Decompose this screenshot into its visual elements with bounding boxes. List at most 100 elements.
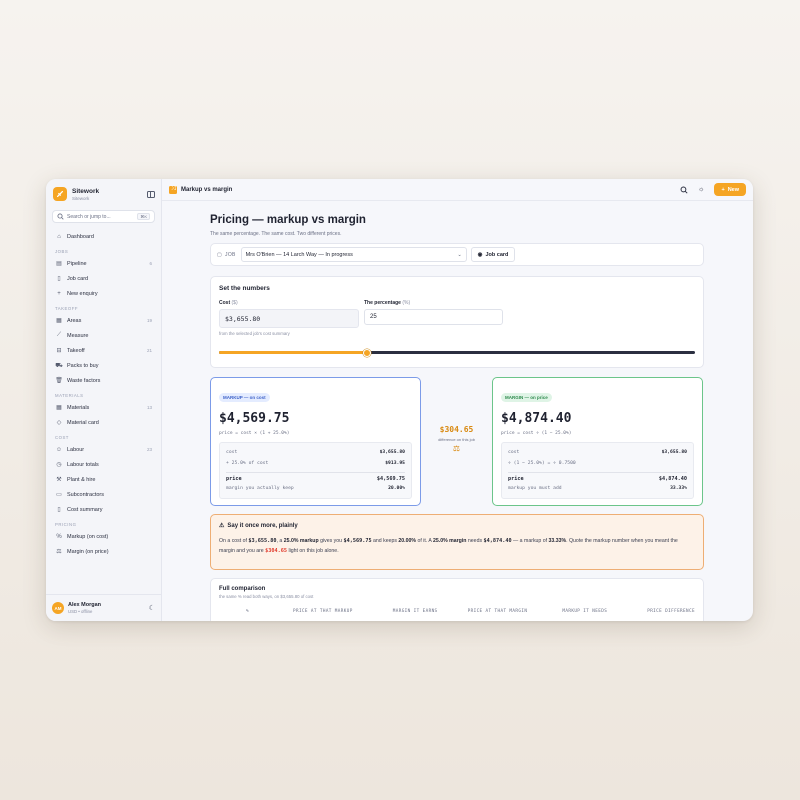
margin-formula: price = cost ÷ (1 − 25.0%) xyxy=(501,431,572,436)
markup-pill: MARKUP — on cost xyxy=(219,393,270,402)
breakdown-total-row: price $4,569.75 xyxy=(226,472,405,483)
calendar-icon: ▢ xyxy=(217,251,223,258)
sidebar-item-dashboard[interactable]: ⌂ Dashboard xyxy=(46,229,161,244)
sidebar-item-label: Labour xyxy=(67,446,85,453)
markup-price: $4,569.75 xyxy=(219,411,290,426)
plus-icon: + xyxy=(57,290,61,297)
sidebar-item-label: Dashboard xyxy=(67,233,94,240)
percentage-label-text: The percentage xyxy=(364,300,401,306)
job-card-button[interactable]: ◉ Job card xyxy=(470,247,516,262)
briefcase-icon: ▭ xyxy=(56,492,62,498)
sidebar-item-packs-to-buy[interactable]: ⛟ Packs to buy xyxy=(46,358,161,373)
sidebar-item-label: Cost summary xyxy=(67,506,103,513)
job-selected-value: Mrs O'Brien — 14 Larch Way — In progress xyxy=(245,251,353,258)
plain-fragment: of it. A xyxy=(416,538,434,544)
search-icon[interactable] xyxy=(680,186,688,194)
cart-icon: ⊟ xyxy=(56,348,62,354)
sidebar-item-label: Measure xyxy=(67,332,89,339)
cost-field[interactable]: $3,655.80 xyxy=(219,309,359,328)
plain-cost: $3,655.80 xyxy=(248,538,277,544)
sidebar-item-cost-summary[interactable]: ▯ Cost summary xyxy=(46,502,161,517)
sidebar-item-measure[interactable]: ⟋ Measure xyxy=(46,328,161,343)
difference-value: $304.65 xyxy=(439,425,474,434)
app-name: Sitework xyxy=(72,187,100,195)
column-header: MARGIN IT EARNS xyxy=(392,609,438,614)
full-comparison-card: Full comparison the same % read both way… xyxy=(210,578,704,621)
plain-fragment: , a xyxy=(276,538,284,544)
compare-row: MARKUP — on cost $4,569.75 price = cost … xyxy=(210,377,704,506)
comparison-subtitle: the same % read both ways, on $3,655.80 … xyxy=(219,594,314,599)
plain-markup-pct: 25.0% markup xyxy=(283,538,319,544)
sidebar-item-areas[interactable]: ▦ Areas 19 xyxy=(46,313,161,328)
breakdown-row: ÷ (1 − 25.0%) = ÷ 0.7500 xyxy=(508,458,687,469)
sidebar-item-label: Takeoff xyxy=(67,347,85,354)
moon-icon[interactable]: ☾ xyxy=(149,604,155,612)
page-subtitle: The same percentage. The same cost. Two … xyxy=(210,231,342,237)
sidebar-item-label: Materials xyxy=(67,404,90,411)
plain-margin-price: $4,874.40 xyxy=(483,538,512,544)
comparison-header-row: % PRICE AT THAT MARKUP MARGIN IT EARNS P… xyxy=(219,609,695,614)
search-input[interactable]: Search or jump to... ⌘K xyxy=(52,210,155,223)
percentage-slider[interactable] xyxy=(219,348,695,357)
row-label: cost xyxy=(508,450,520,455)
margin-breakdown: cost $3,655.80 ÷ (1 − 25.0%) = ÷ 0.7500 p… xyxy=(501,442,694,499)
plain-markup-price: $4,569.75 xyxy=(343,538,372,544)
set-numbers-title: Set the numbers xyxy=(219,285,270,292)
plain-margin-pct: 25.0% margin xyxy=(433,538,467,544)
sidebar-item-label: Packs to buy xyxy=(67,362,99,369)
breakdown-row: + 25.0% of cost $913.95 xyxy=(226,458,405,469)
slider-thumb[interactable] xyxy=(362,348,371,357)
scale-icon: ⚖ xyxy=(56,549,62,555)
sidebar-collapse-icon[interactable] xyxy=(147,190,155,198)
row-label: cost xyxy=(226,450,238,455)
grid-icon: ▦ xyxy=(56,405,62,411)
margin-pill: MARGIN — on price xyxy=(501,393,552,402)
sidebar-item-waste-factors[interactable]: 🗑 Waste factors xyxy=(46,373,161,388)
breakdown-row: cost $3,655.80 xyxy=(508,447,687,458)
new-button[interactable]: + New xyxy=(714,183,746,196)
sidebar-item-label: Pipeline xyxy=(67,260,87,267)
breakdown-total-row: price $4,874.40 xyxy=(508,472,687,483)
user-name: Alex Morgan xyxy=(68,602,102,608)
plain-title: ⚠ Say it once more, plainly xyxy=(219,522,695,530)
topbar: ⤨ Markup vs margin ☼ + New xyxy=(162,179,753,201)
eye-icon: ◉ xyxy=(477,251,483,258)
sidebar-item-plant-hire[interactable]: ⚒ Plant & hire xyxy=(46,472,161,487)
avatar: AM xyxy=(52,602,64,614)
column-header: PRICE AT THAT MARGIN xyxy=(467,609,528,614)
search-placeholder: Search or jump to... xyxy=(67,213,111,220)
sidebar-item-takeoff[interactable]: ⊟ Takeoff 21 xyxy=(46,343,161,358)
document-icon: ▯ xyxy=(57,276,61,282)
plain-markup-needed: 33.33% xyxy=(548,538,567,544)
sidebar-item-pipeline[interactable]: ▤ Pipeline 6 xyxy=(46,256,161,271)
row-label: ÷ (1 − 25.0%) = ÷ 0.7500 xyxy=(508,461,576,466)
ruler-icon: ⟋ xyxy=(56,332,62,338)
plus-icon: + xyxy=(721,186,725,193)
plain-fragment: needs xyxy=(466,538,484,544)
theme-toggle-icon[interactable]: ☼ xyxy=(698,186,704,193)
topbar-title: Markup vs margin xyxy=(181,186,233,193)
sidebar-item-label: Areas xyxy=(67,317,82,324)
sidebar-item-job-card[interactable]: ▯ Job card xyxy=(46,271,161,286)
plain-explanation-card: ⚠ Say it once more, plainly On a cost of … xyxy=(210,514,704,570)
new-button-label: New xyxy=(727,186,739,193)
job-select[interactable]: Mrs O'Brien — 14 Larch Way — In progress… xyxy=(240,247,467,262)
sidebar-item-materials[interactable]: ▦ Materials 13 xyxy=(46,400,161,415)
column-header: PRICE DIFFERENCE xyxy=(647,609,695,614)
sidebar-item-material-card[interactable]: ◇ Material card xyxy=(46,415,161,430)
percentage-label: The percentage (%) xyxy=(364,300,504,306)
sidebar-item-markup[interactable]: % Markup (on cost) xyxy=(46,529,161,544)
sidebar-item-new-enquiry[interactable]: + New enquiry xyxy=(46,286,161,301)
percentage-field[interactable]: 25 xyxy=(364,309,503,325)
percentage-unit: (%) xyxy=(402,300,411,306)
sidebar-item-labour-totals[interactable]: ◷ Labour totals xyxy=(46,457,161,472)
job-selector-card: ▢ JOB Mrs O'Brien — 14 Larch Way — In pro… xyxy=(210,243,704,266)
content: Pricing — markup vs margin The same perc… xyxy=(210,214,704,621)
sidebar-item-labour[interactable]: ☺ Labour 23 xyxy=(46,442,161,457)
user-footer[interactable]: AM Alex Morgan USD • offline ☾ xyxy=(46,594,161,621)
sidebar-item-subcontractors[interactable]: ▭ Subcontractors xyxy=(46,487,161,502)
users-icon: ☺ xyxy=(55,446,63,453)
layers-icon: ▤ xyxy=(56,261,62,267)
sidebar-item-margin[interactable]: ⚖ Margin (on price) xyxy=(46,544,161,559)
plain-kept: 20.00% xyxy=(398,538,416,544)
